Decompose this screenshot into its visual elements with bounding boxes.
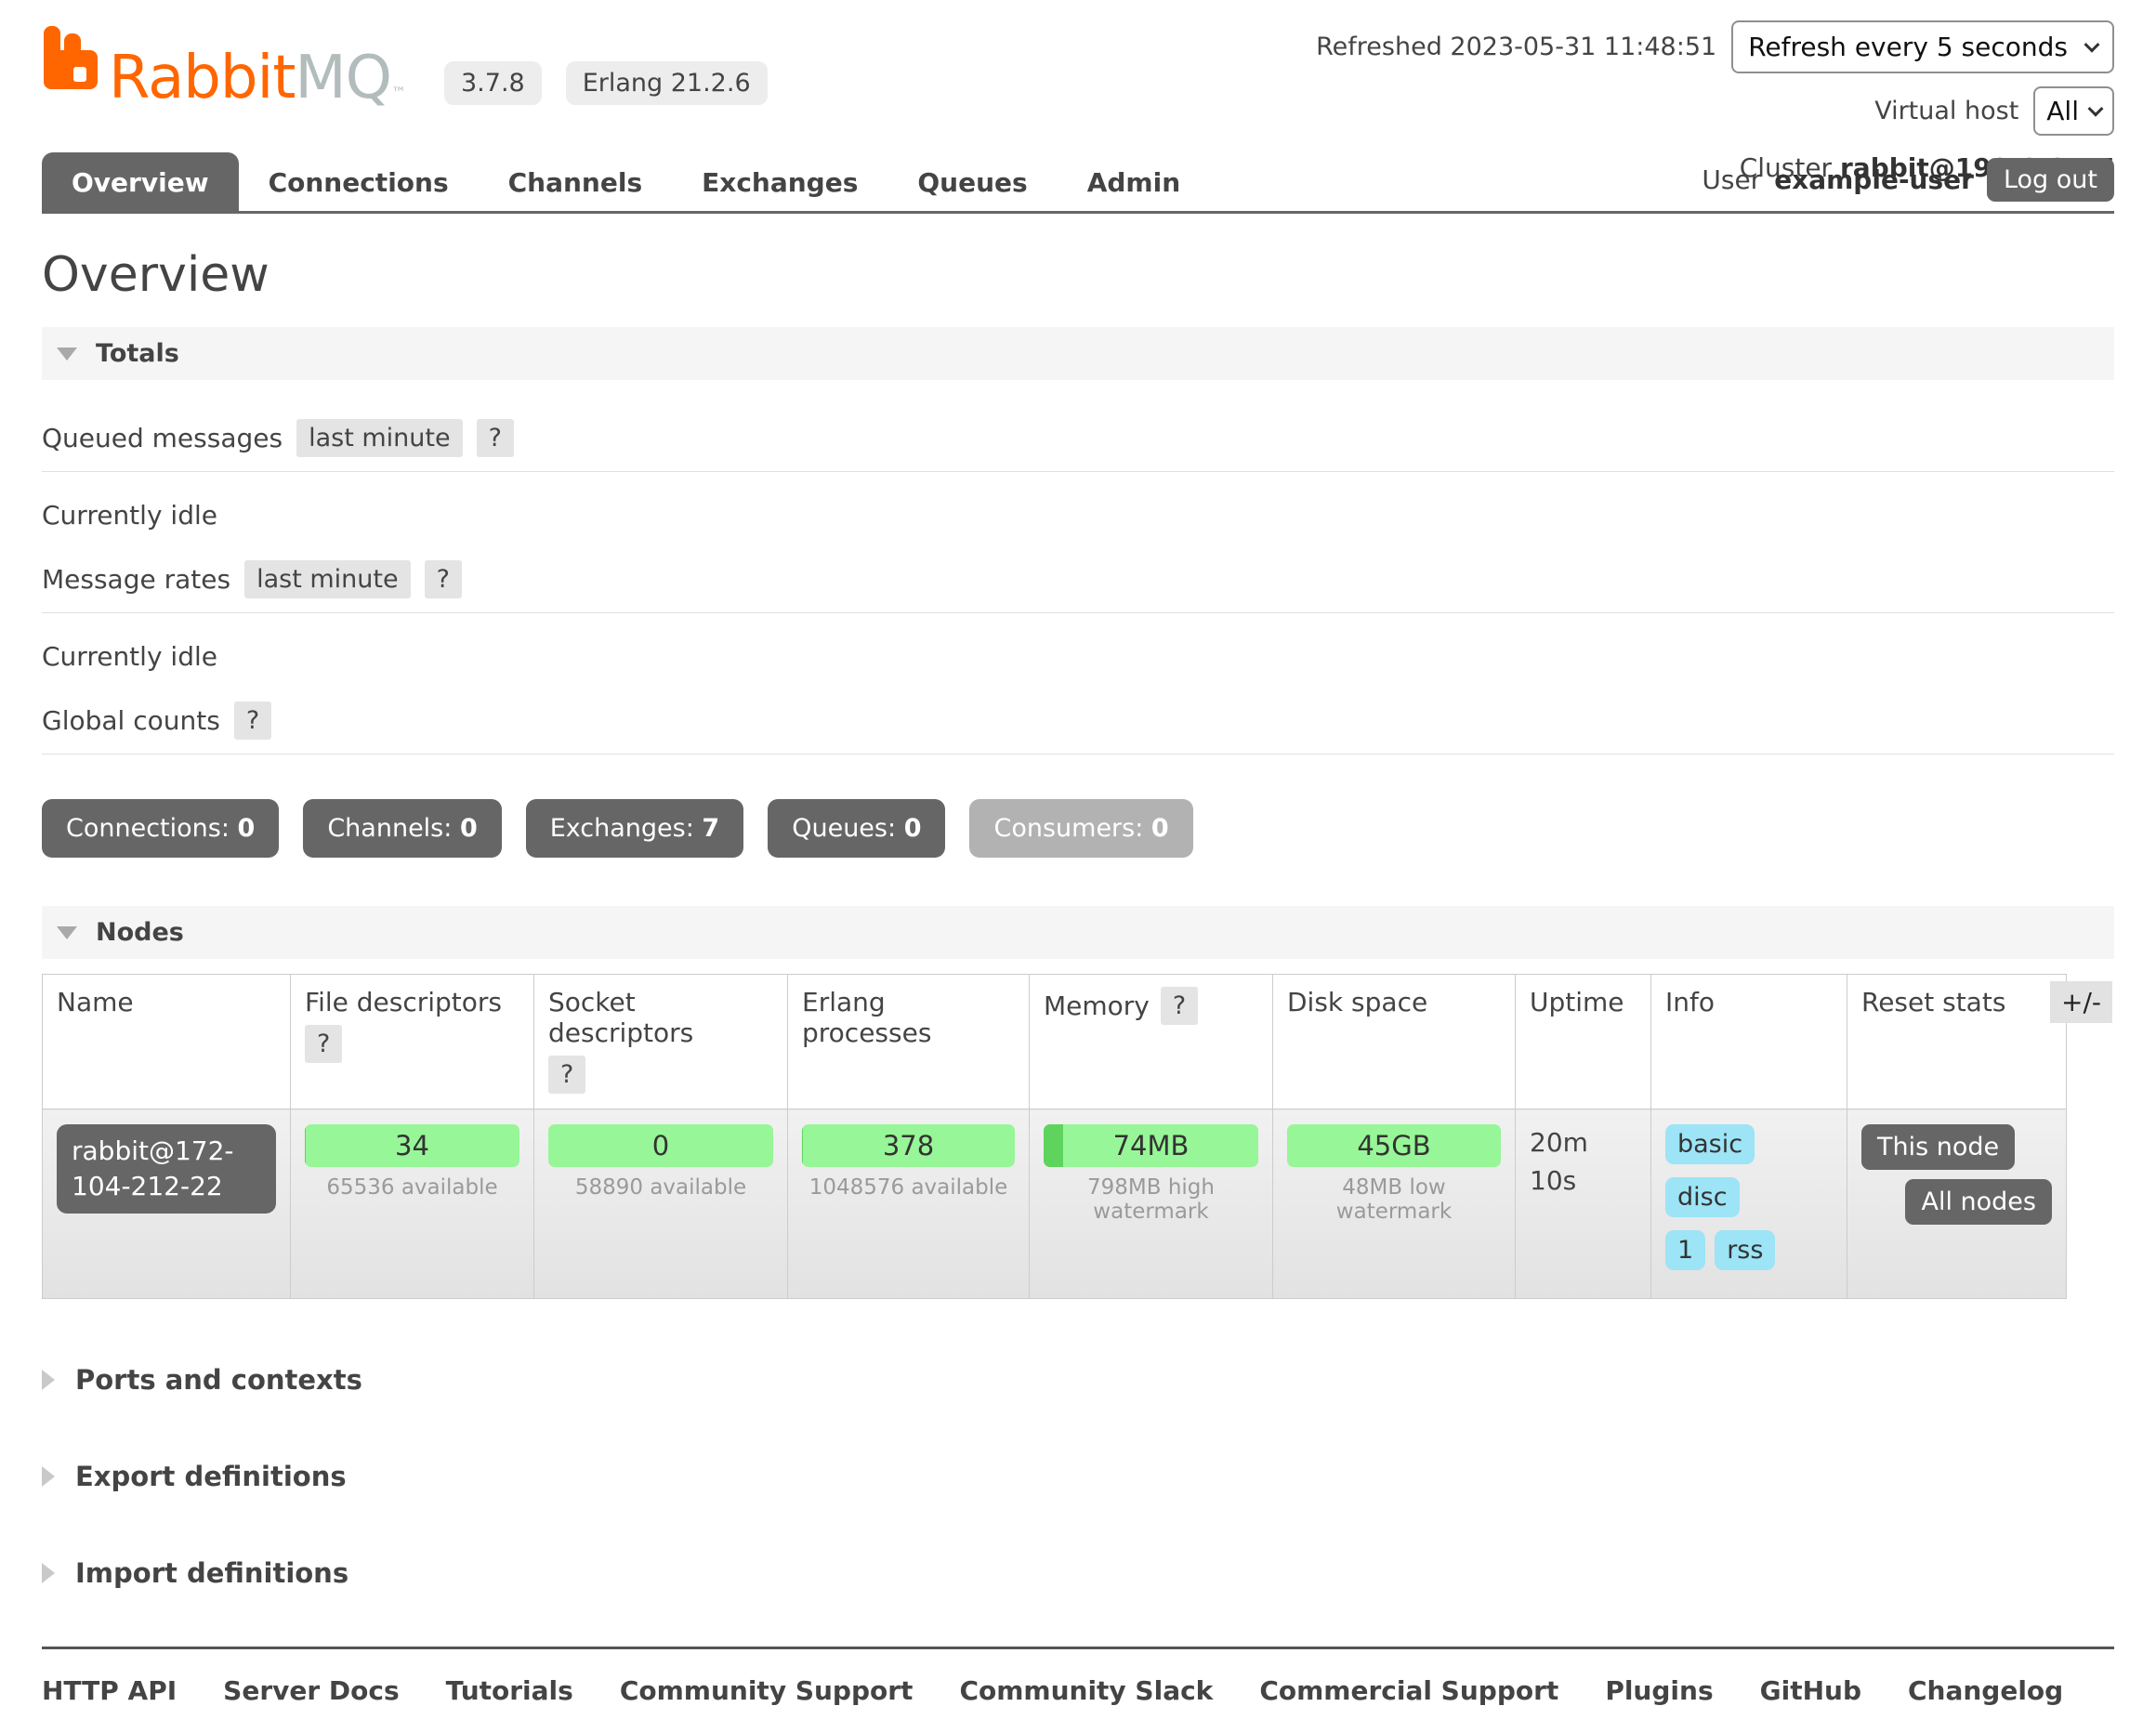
footer-link-changelog[interactable]: Changelog — [1908, 1675, 2063, 1706]
info-badge-1: 1 — [1665, 1230, 1705, 1270]
footer-link-community-slack[interactable]: Community Slack — [959, 1675, 1213, 1706]
chevron-down-icon — [2084, 36, 2100, 52]
reset-this-node-button[interactable]: This node — [1861, 1124, 2015, 1170]
virtual-host-select[interactable]: All — [2033, 86, 2114, 136]
tab-queues[interactable]: Queues — [887, 152, 1057, 211]
socket-descriptors-cell: 0 58890 available — [534, 1109, 788, 1299]
nodes-table-header-row: Name File descriptors? Socket descriptor… — [43, 975, 2067, 1109]
tab-admin[interactable]: Admin — [1058, 152, 1210, 211]
col-name: Name — [43, 975, 291, 1109]
collapse-triangle-icon — [57, 926, 77, 939]
footer-link-plugins[interactable]: Plugins — [1605, 1675, 1713, 1706]
memory-bar: 74MB — [1044, 1124, 1258, 1167]
col-memory: Memory? — [1030, 975, 1273, 1109]
footer-link-commercial-support[interactable]: Commercial Support — [1259, 1675, 1558, 1706]
socket-descriptors-help-icon[interactable]: ? — [548, 1056, 585, 1094]
exchanges-count-button[interactable]: Exchanges: 7 — [526, 799, 743, 858]
consumers-count-button[interactable]: Consumers: 0 — [969, 799, 1192, 858]
user-label: User — [1702, 164, 1761, 195]
global-counts-buttons: Connections: 0 Channels: 0 Exchanges: 7 … — [42, 799, 2114, 858]
main-nav-tabs: Overview Connections Channels Exchanges … — [42, 152, 2114, 214]
tab-channels[interactable]: Channels — [479, 152, 673, 211]
file-descriptors-help-icon[interactable]: ? — [305, 1025, 342, 1063]
queues-count-button[interactable]: Queues: 0 — [768, 799, 945, 858]
user-name: example-user — [1774, 164, 1974, 195]
collapse-triangle-icon — [57, 348, 77, 361]
footer-link-tutorials[interactable]: Tutorials — [446, 1675, 573, 1706]
column-toggle-button[interactable]: +/- — [2050, 981, 2112, 1023]
reset-all-nodes-button[interactable]: All nodes — [1905, 1179, 2052, 1225]
connections-count-button[interactable]: Connections: 0 — [42, 799, 279, 858]
info-cell: basic disc 1rss — [1651, 1109, 1847, 1299]
global-counts-help-icon[interactable]: ? — [234, 702, 271, 740]
nodes-section-header[interactable]: Nodes — [42, 906, 2114, 959]
rabbit-logo-icon — [42, 24, 99, 107]
erlang-processes-cell: 378 1048576 available — [788, 1109, 1030, 1299]
rabbitmq-version-badge: 3.7.8 — [444, 61, 542, 105]
col-uptime: Uptime — [1516, 975, 1651, 1109]
queued-messages-range-badge: last minute — [296, 419, 463, 457]
col-disk-space: Disk space — [1273, 975, 1516, 1109]
nodes-table: Name File descriptors? Socket descriptor… — [42, 974, 2067, 1299]
virtual-host-label: Virtual host — [1874, 97, 2018, 125]
erlang-version-badge: Erlang 21.2.6 — [566, 61, 768, 105]
erlang-processes-bar: 378 — [802, 1124, 1015, 1167]
disk-space-bar: 45GB — [1287, 1124, 1501, 1167]
col-file-descriptors: File descriptors? — [291, 975, 534, 1109]
file-descriptors-cell: 34 65536 available — [291, 1109, 534, 1299]
expand-triangle-icon — [42, 1563, 55, 1583]
queued-messages-help-icon[interactable]: ? — [477, 419, 514, 457]
tab-connections[interactable]: Connections — [239, 152, 479, 211]
message-rates-heading: Message rates last minute ? — [42, 560, 2114, 613]
node-row: rabbit@172-104-212-22 34 65536 available… — [43, 1109, 2067, 1299]
totals-section-header[interactable]: Totals — [42, 327, 2114, 380]
export-definitions-section-header[interactable]: Export definitions — [42, 1461, 2114, 1492]
info-badge-basic: basic — [1665, 1124, 1755, 1164]
info-badge-disc: disc — [1665, 1177, 1740, 1217]
channels-count-button[interactable]: Channels: 0 — [303, 799, 501, 858]
chevron-down-icon — [2088, 100, 2104, 116]
uptime-cell: 20m 10s — [1516, 1109, 1651, 1299]
message-rates-idle-status: Currently idle — [42, 641, 2114, 672]
tab-exchanges[interactable]: Exchanges — [672, 152, 887, 211]
memory-cell: 74MB 798MB high watermark — [1030, 1109, 1273, 1299]
rabbitmq-logo[interactable]: RabbitMQ™ — [42, 24, 405, 107]
queued-messages-idle-status: Currently idle — [42, 500, 2114, 531]
info-badge-rss: rss — [1715, 1230, 1775, 1270]
footer-link-community-support[interactable]: Community Support — [620, 1675, 914, 1706]
col-info: Info — [1651, 975, 1847, 1109]
memory-help-icon[interactable]: ? — [1161, 987, 1198, 1025]
rabbitmq-overview-page: RabbitMQ™ 3.7.8 Erlang 21.2.6 Refreshed … — [0, 0, 2156, 1275]
header: RabbitMQ™ 3.7.8 Erlang 21.2.6 Refreshed … — [0, 0, 2156, 152]
queued-messages-heading: Queued messages last minute ? — [42, 419, 2114, 472]
footer-link-github[interactable]: GitHub — [1760, 1675, 1861, 1706]
expand-triangle-icon — [42, 1370, 55, 1390]
page-title: Overview — [42, 247, 2114, 303]
col-socket-descriptors: Socket descriptors? — [534, 975, 788, 1109]
global-counts-heading: Global counts ? — [42, 702, 2114, 754]
ports-and-contexts-section-header[interactable]: Ports and contexts — [42, 1364, 2114, 1396]
message-rates-help-icon[interactable]: ? — [425, 560, 462, 598]
reset-stats-cell: This node All nodes — [1847, 1109, 2067, 1299]
footer-links: HTTP API Server Docs Tutorials Community… — [42, 1647, 2114, 1732]
logo-wordmark: RabbitMQ™ — [109, 50, 405, 107]
disk-space-cell: 45GB 48MB low watermark — [1273, 1109, 1516, 1299]
main-content: Overview Totals Queued messages last min… — [0, 247, 2156, 1589]
footer-link-server-docs[interactable]: Server Docs — [223, 1675, 400, 1706]
message-rates-range-badge: last minute — [244, 560, 411, 598]
import-definitions-section-header[interactable]: Import definitions — [42, 1557, 2114, 1589]
footer-link-http-api[interactable]: HTTP API — [42, 1675, 177, 1706]
expand-triangle-icon — [42, 1466, 55, 1487]
tab-overview[interactable]: Overview — [42, 152, 239, 211]
logout-button[interactable]: Log out — [1987, 158, 2114, 202]
refresh-interval-select[interactable]: Refresh every 5 seconds — [1731, 20, 2114, 73]
col-erlang-processes: Erlang processes — [788, 975, 1030, 1109]
socket-descriptors-bar: 0 — [548, 1124, 773, 1167]
file-descriptors-bar: 34 — [305, 1124, 519, 1167]
col-reset-stats: Reset stats — [1847, 975, 2067, 1109]
refreshed-timestamp: Refreshed 2023-05-31 11:48:51 — [1316, 33, 1716, 61]
node-name-badge[interactable]: rabbit@172-104-212-22 — [57, 1124, 276, 1214]
